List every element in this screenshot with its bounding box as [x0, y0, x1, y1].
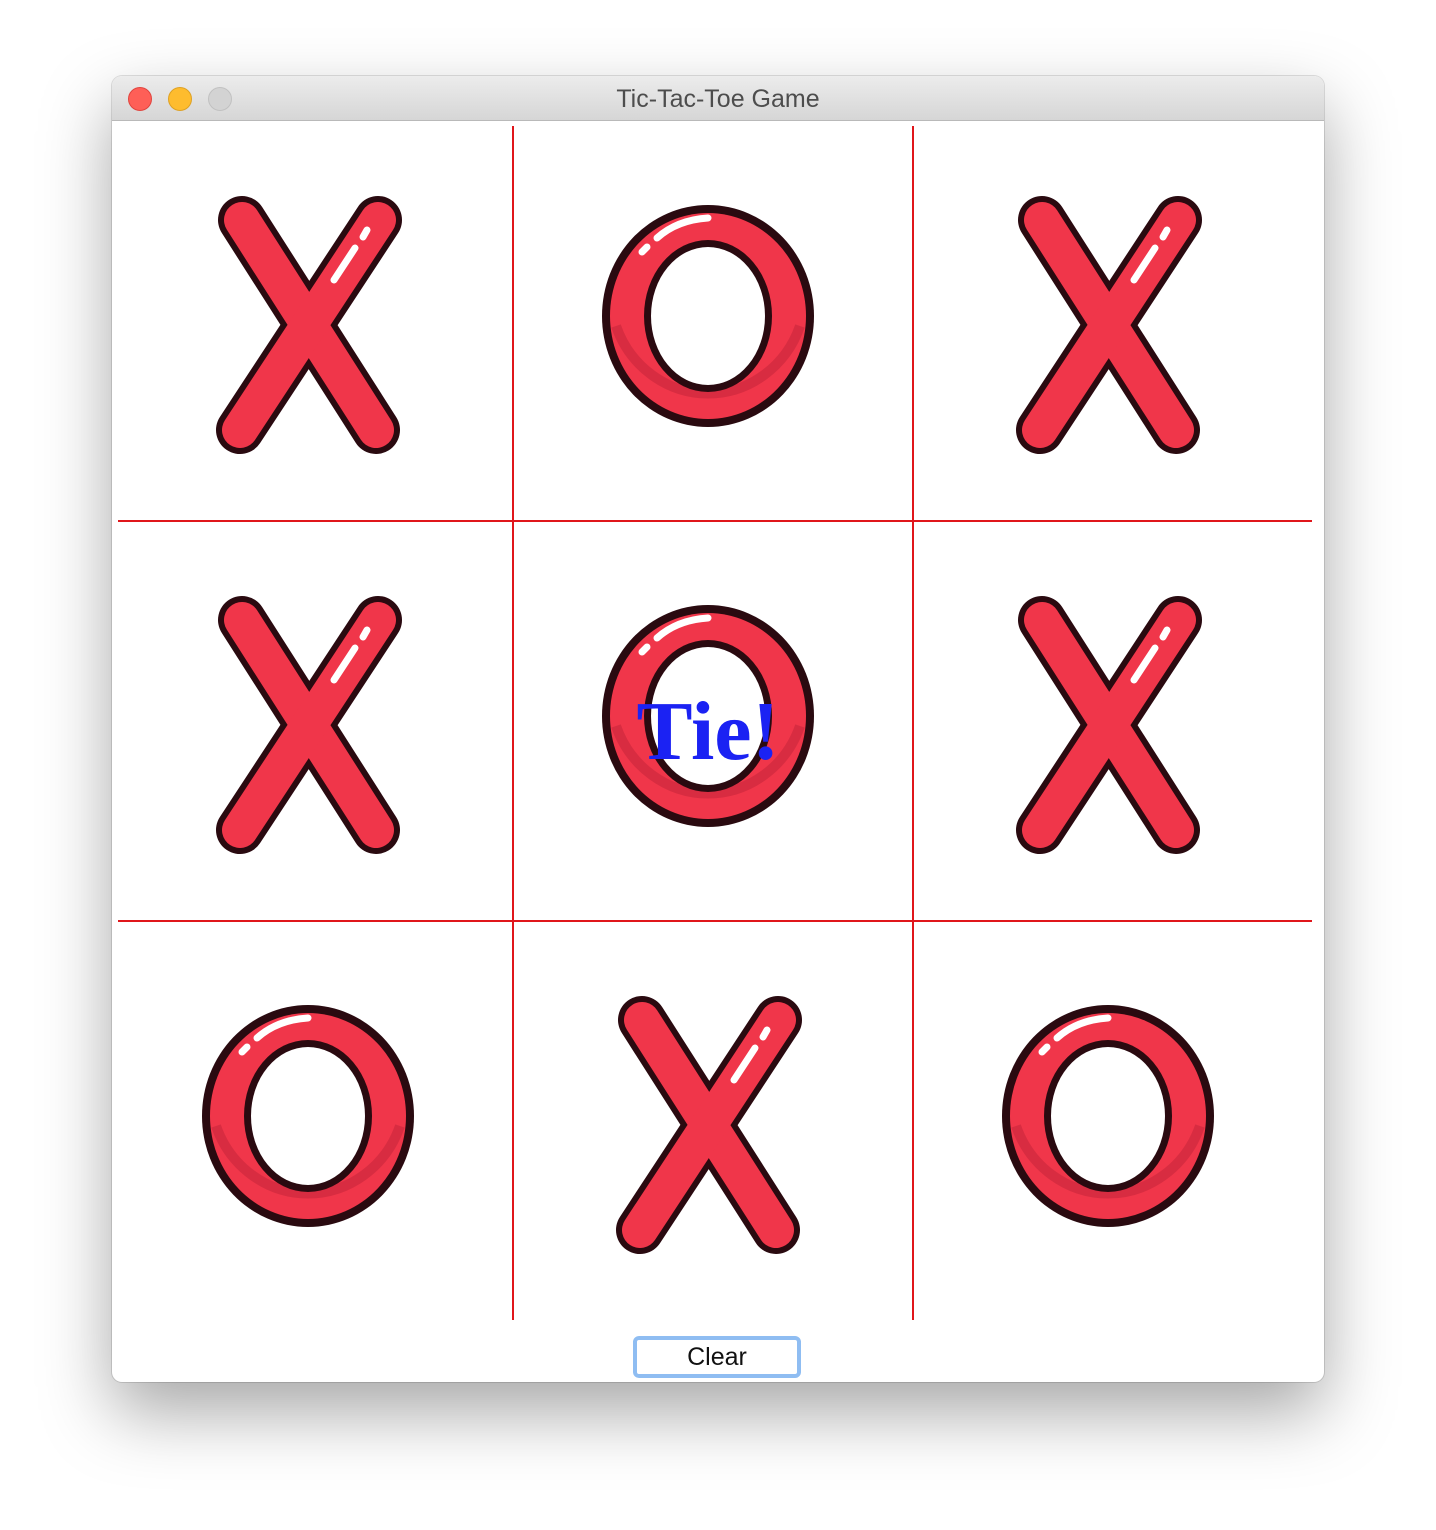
board-cell-1[interactable] — [112, 120, 512, 520]
board-cell-7[interactable] — [112, 920, 512, 1320]
window-title: Tic-Tac-Toe Game — [616, 85, 820, 113]
board-cell-8[interactable] — [512, 920, 912, 1320]
game-board: Tie! — [112, 120, 1324, 1332]
board-cell-9[interactable] — [912, 920, 1312, 1320]
board-cell-6[interactable] — [912, 520, 1312, 920]
board-cell-4[interactable] — [112, 520, 512, 920]
game-status-message: Tie! — [636, 685, 780, 778]
clear-button[interactable]: Clear — [633, 1336, 801, 1378]
board-cell-2[interactable] — [512, 120, 912, 520]
board-cell-3[interactable] — [912, 120, 1312, 520]
game-window: Tic-Tac-Toe Game Tie! Clear — [112, 76, 1324, 1382]
title-bar: Tic-Tac-Toe Game — [112, 76, 1324, 121]
